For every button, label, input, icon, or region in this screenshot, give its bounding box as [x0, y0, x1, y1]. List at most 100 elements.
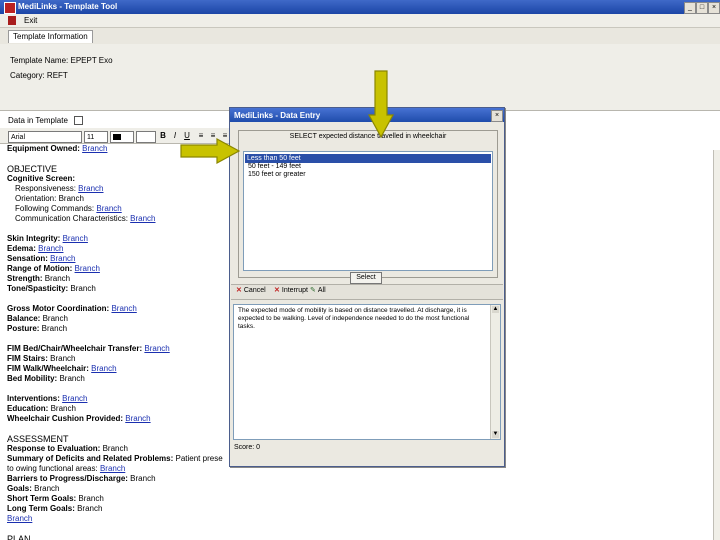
editor-text: Summary of Deficits and Related Problems…: [7, 454, 176, 463]
font-select[interactable]: Arial: [8, 131, 82, 143]
branch-link[interactable]: Branch: [78, 184, 103, 193]
maximize-button[interactable]: □: [696, 2, 708, 14]
editor-line: PLAN: [7, 534, 31, 540]
data-in-template-checkbox[interactable]: [74, 116, 84, 126]
branch-link[interactable]: Branch: [91, 364, 116, 373]
text-color-select[interactable]: [110, 131, 134, 143]
cancel-icon: ✕: [236, 287, 242, 294]
editor-text: Gross Motor Coordination:: [7, 304, 112, 313]
template-info-panel: Template Name: EPEPT Exo Category: REFT: [0, 44, 720, 111]
interrupt-button[interactable]: ✕ Interrupt: [274, 286, 308, 296]
editor-line: FIM Bed/Chair/Wheelchair Transfer: Branc…: [7, 344, 170, 353]
cancel-label: Cancel: [243, 287, 266, 294]
editor-line: Summary of Deficits and Related Problems…: [7, 454, 223, 463]
branch-link[interactable]: Branch: [75, 264, 100, 273]
editor-line: Long Term Goals: Branch: [7, 504, 102, 513]
minimize-button[interactable]: _: [684, 2, 696, 14]
category-value[interactable]: REFT: [47, 71, 68, 80]
template-editor[interactable]: Equipment Owned: Branch OBJECTIVE Cognitiv…: [0, 143, 229, 540]
result-text-box[interactable]: The expected mode of mobility is based o…: [233, 304, 501, 440]
selection-panel: SELECT expected distance travelled in wh…: [238, 130, 498, 278]
category-label: Category:: [10, 71, 45, 80]
result-scrollbar[interactable]: ▲ ▼: [490, 305, 500, 439]
branch-link[interactable]: Branch: [96, 204, 121, 213]
editor-line: Sensation: Branch: [7, 254, 75, 263]
editor-text: Goals:: [7, 484, 35, 493]
font-size-select[interactable]: 11: [84, 131, 108, 143]
editor-text: Edema:: [7, 244, 39, 253]
editor-text: Branch: [77, 504, 103, 513]
editor-text: Response to Evaluation:: [7, 444, 103, 453]
options-list[interactable]: Less than 50 feet 50 feet - 149 feet 150 f…: [243, 151, 493, 271]
editor-text: Cognitive Screen:: [7, 174, 76, 183]
branch-link[interactable]: Branch: [63, 234, 88, 243]
result-text: The expected mode of mobility is based o…: [238, 307, 470, 330]
branch-link[interactable]: Branch: [82, 144, 107, 153]
editor-scrollbar[interactable]: [713, 150, 720, 540]
down-arrow-annotation: [368, 69, 394, 139]
editor-line: Edema: Branch: [7, 244, 63, 253]
editor-text: Skin Integrity:: [7, 234, 63, 243]
close-button[interactable]: ×: [708, 2, 720, 14]
window-title: MediLinks - Template Tool: [18, 2, 118, 11]
highlight-select[interactable]: [136, 131, 156, 143]
branch-link[interactable]: Branch: [111, 304, 136, 313]
template-name-value[interactable]: EPEPT Exo: [70, 56, 112, 65]
dialog-action-bar: [231, 284, 503, 300]
editor-text: Range of Motion:: [7, 264, 75, 273]
editor-text: Equipment Owned:: [7, 144, 83, 153]
branch-link[interactable]: Branch: [7, 514, 32, 523]
select-button[interactable]: Select: [350, 272, 382, 284]
editor-text: Orientation: Branch: [15, 194, 84, 203]
editor-text: FIM Walk/Wheelchair:: [7, 364, 92, 373]
tab-template-information[interactable]: Template Information: [8, 30, 93, 43]
editor-line: Gross Motor Coordination: Branch: [7, 304, 137, 313]
editor-text: Branch: [70, 284, 96, 293]
extra-label: All: [317, 287, 326, 294]
editor-text: Branch: [42, 314, 68, 323]
editor-line: Responsiveness: Branch: [15, 184, 104, 193]
branch-link[interactable]: Branch: [144, 344, 169, 353]
cancel-button[interactable]: ✕ Cancel: [236, 286, 266, 296]
menu-bar: Exit: [0, 14, 720, 28]
option-item[interactable]: 150 feet or greater: [246, 170, 308, 179]
template-name-label: Template Name:: [10, 56, 69, 65]
editor-text: Interventions:: [7, 394, 63, 403]
editor-line: Posture: Branch: [7, 324, 67, 333]
dialog-close-button[interactable]: ×: [491, 110, 503, 122]
down-arrow-shape: [368, 70, 394, 139]
branch-link[interactable]: Branch: [50, 254, 75, 263]
menu-exit[interactable]: Exit: [24, 16, 37, 25]
branch-link[interactable]: Branch: [125, 414, 150, 423]
scroll-down-icon[interactable]: ▼: [492, 431, 499, 438]
dialog-title: MediLinks - Data Entry: [234, 111, 321, 120]
extra-button[interactable]: ✎ All: [310, 286, 326, 296]
scroll-up-icon[interactable]: ▲: [492, 306, 499, 313]
branch-link[interactable]: Branch: [130, 214, 155, 223]
editor-text: Tone/Spasticity:: [7, 284, 71, 293]
editor-line: Skin Integrity: Branch: [7, 234, 88, 243]
editor-line: OBJECTIVE: [7, 164, 57, 174]
editor-line: Interventions: Branch: [7, 394, 87, 403]
exit-icon: [8, 16, 16, 25]
editor-text: Posture:: [7, 324, 42, 333]
editor-line: ASSESSMENT: [7, 434, 69, 444]
interrupt-icon: ✕: [274, 287, 280, 294]
data-in-template-toggle[interactable]: Data in Template: [8, 116, 84, 126]
app-icon: [4, 2, 16, 14]
editor-text: Branch: [50, 404, 76, 413]
data-in-template-label: Data in Template: [8, 116, 68, 125]
editor-line: Education: Branch: [7, 404, 76, 413]
bold-icon[interactable]: B: [158, 131, 168, 141]
editor-text: Branch: [59, 374, 85, 383]
dialog-title-bar: MediLinks - Data Entry ×: [230, 108, 504, 122]
branch-link[interactable]: Branch: [100, 464, 125, 473]
editor-text: Patient prese: [175, 454, 223, 463]
editor-line: Cognitive Screen:: [7, 174, 75, 183]
branch-link[interactable]: Branch: [62, 394, 87, 403]
pencil-icon: ✎: [310, 287, 316, 294]
editor-text: Short Term Goals:: [7, 494, 79, 503]
editor-text: Branch: [44, 274, 71, 283]
editor-line: FIM Walk/Wheelchair: Branch: [7, 364, 117, 373]
branch-link[interactable]: Branch: [38, 244, 63, 253]
